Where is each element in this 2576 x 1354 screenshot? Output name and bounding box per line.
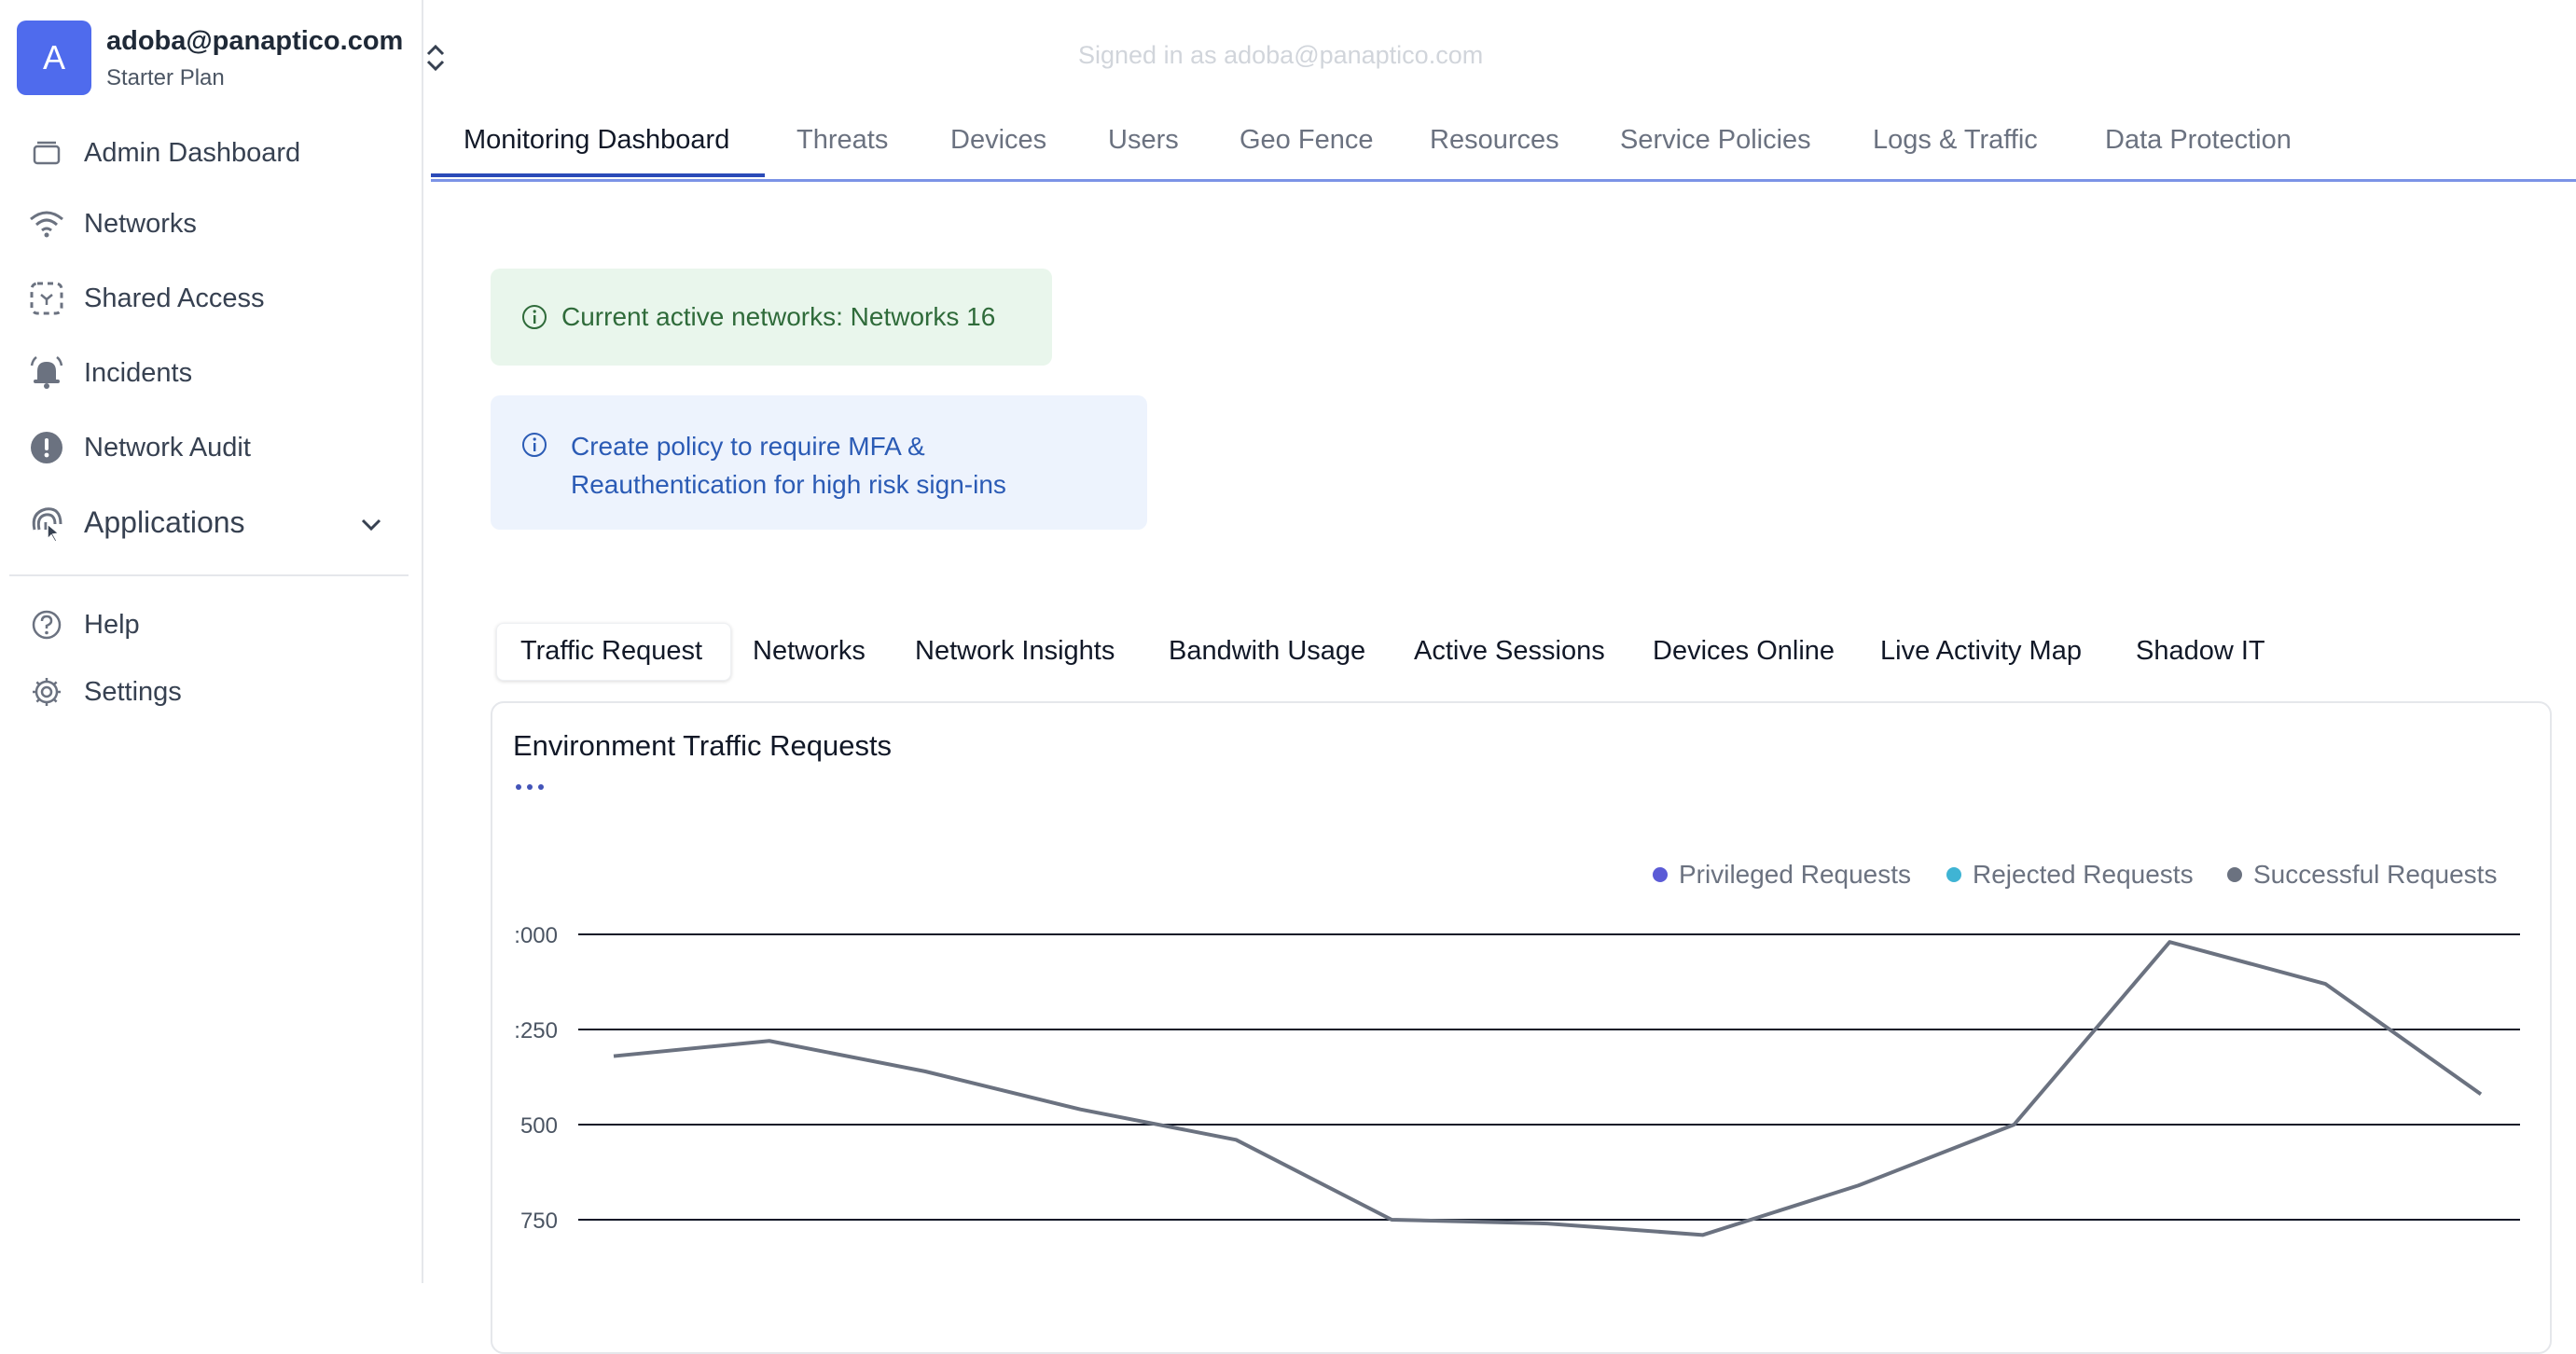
- traffic-chart: :000 :250 500 750: [514, 923, 2520, 1237]
- y-tick-label: :000: [514, 923, 558, 948]
- y-tick-label: :250: [514, 1018, 558, 1043]
- successful-requests-line: [613, 940, 2483, 1237]
- y-tick-label: 750: [520, 1209, 558, 1234]
- y-tick-label: 500: [520, 1113, 558, 1139]
